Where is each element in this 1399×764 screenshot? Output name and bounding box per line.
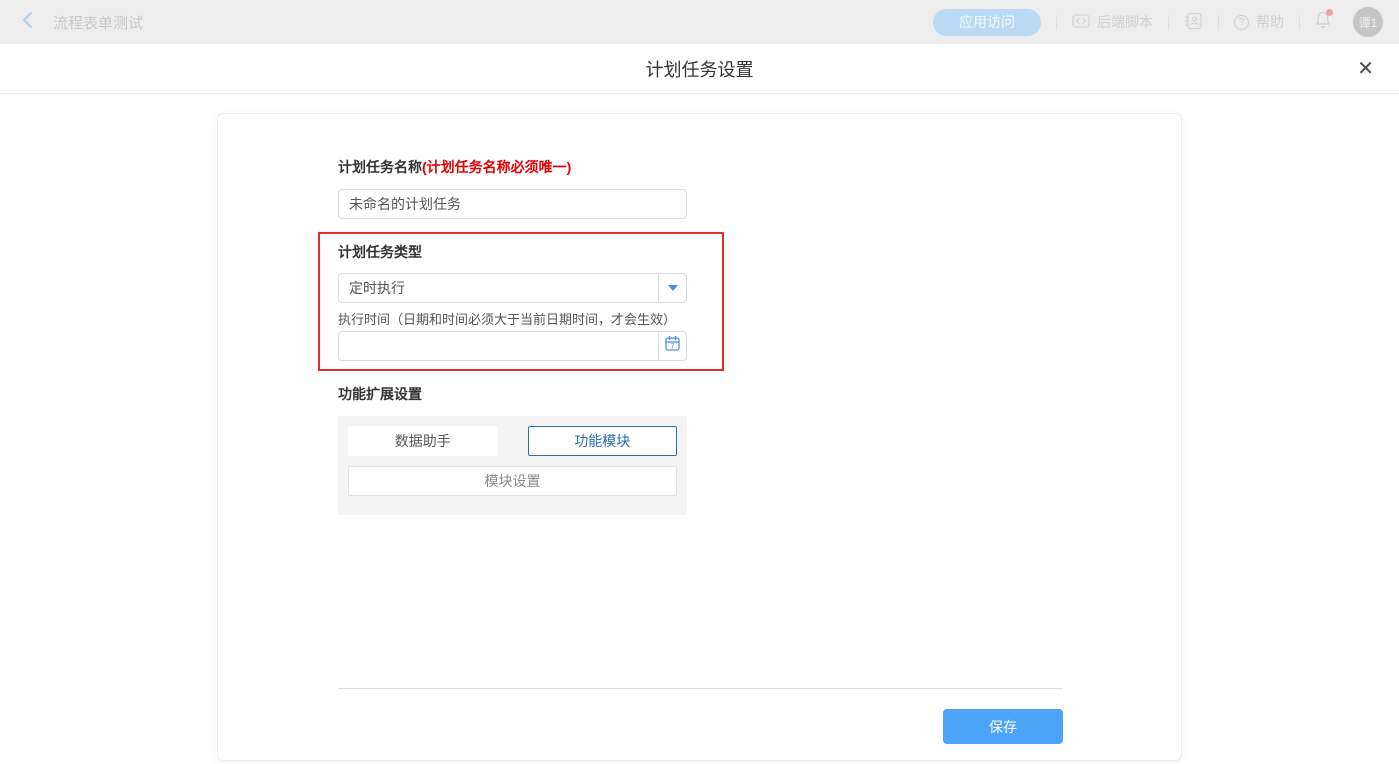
- question-circle-icon: ?: [1234, 15, 1249, 30]
- help-label: 帮助: [1256, 12, 1284, 32]
- task-type-selected-value: 定时执行: [339, 274, 658, 302]
- page-title: 流程表单测试: [53, 12, 143, 33]
- close-icon[interactable]: ✕: [1357, 59, 1374, 79]
- task-name-unique-note: (计划任务名称必须唯一): [422, 159, 571, 175]
- app-access-button[interactable]: 应用访问: [933, 9, 1041, 36]
- task-type-select[interactable]: 定时执行: [338, 273, 687, 303]
- avatar[interactable]: 谭1: [1353, 7, 1383, 37]
- address-book-icon: [1184, 12, 1203, 33]
- notifications-button[interactable]: [1315, 11, 1331, 34]
- backend-script-label: 后端脚本: [1097, 12, 1153, 32]
- divider: [1056, 15, 1057, 30]
- caret-down-icon: [668, 285, 678, 291]
- divider: [1168, 15, 1169, 30]
- card-footer: 保存: [338, 688, 1063, 744]
- exec-time-field: 7: [338, 331, 687, 361]
- exec-time-label: 执行时间（日期和时间必须大于当前日期时间，才会生效）: [338, 312, 687, 327]
- back-button[interactable]: [16, 7, 39, 38]
- code-icon: [1072, 13, 1090, 32]
- function-module-button[interactable]: 功能模块: [528, 426, 678, 456]
- chevron-left-icon: [22, 11, 33, 34]
- calendar-icon: 7: [664, 335, 681, 357]
- save-button[interactable]: 保存: [943, 709, 1063, 744]
- backend-script-button[interactable]: 后端脚本: [1072, 12, 1153, 32]
- notification-dot: [1326, 9, 1333, 16]
- extension-settings-label: 功能扩展设置: [338, 386, 1181, 402]
- help-button[interactable]: ? 帮助: [1234, 12, 1284, 32]
- exec-time-input[interactable]: [339, 332, 658, 360]
- modal-title: 计划任务设置: [646, 56, 754, 82]
- topbar: 流程表单测试 应用访问 后端脚本 ? 帮助 谭1: [0, 0, 1399, 44]
- svg-text:7: 7: [670, 342, 674, 351]
- divider: [1218, 15, 1219, 30]
- task-type-label: 计划任务类型: [338, 244, 687, 260]
- task-name-label: 计划任务名称(计划任务名称必须唯一): [338, 159, 1181, 175]
- select-caret-segment[interactable]: [658, 274, 686, 302]
- divider: [1299, 15, 1300, 30]
- task-name-input[interactable]: [338, 189, 687, 219]
- settings-card: 计划任务名称(计划任务名称必须唯一) 计划任务类型 定时执行 执行时间（日期和时…: [217, 113, 1182, 761]
- modal-body: 计划任务名称(计划任务名称必须唯一) 计划任务类型 定时执行 执行时间（日期和时…: [0, 94, 1399, 763]
- modal-header: 计划任务设置 ✕: [0, 44, 1399, 94]
- extension-panel: 数据助手 功能模块 模块设置: [338, 416, 687, 515]
- module-settings-button[interactable]: 模块设置: [348, 466, 677, 496]
- data-helper-button[interactable]: 数据助手: [348, 426, 498, 456]
- contacts-button[interactable]: [1184, 12, 1203, 33]
- date-picker-button[interactable]: 7: [658, 332, 686, 360]
- annotation-highlight-box: 计划任务类型 定时执行 执行时间（日期和时间必须大于当前日期时间，才会生效） 7: [318, 232, 724, 371]
